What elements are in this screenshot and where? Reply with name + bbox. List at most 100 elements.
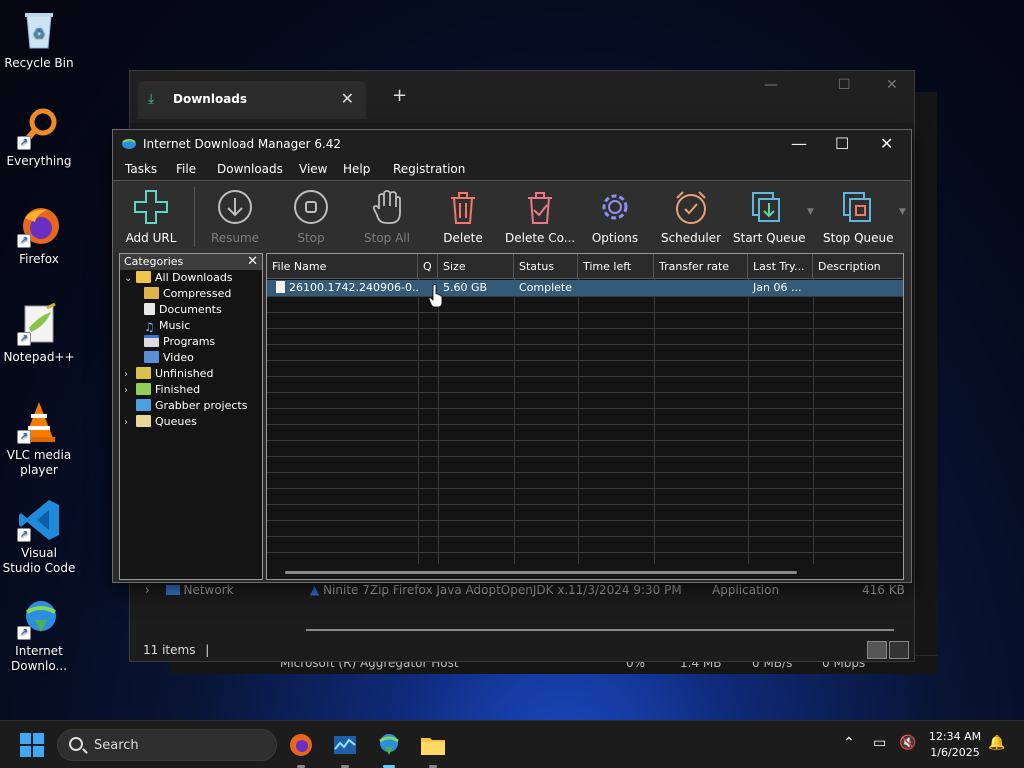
stop-all-button[interactable]: Stop All <box>359 187 415 249</box>
category-programs[interactable]: Programs <box>144 334 215 350</box>
row-gridline <box>267 376 903 377</box>
taskbar-file-explorer[interactable] <box>419 731 447 768</box>
compressed-icon <box>144 287 159 299</box>
start-queue-dropdown-icon[interactable]: ▼ <box>807 207 814 217</box>
column-transfer-rate[interactable]: Transfer rate <box>654 254 748 279</box>
explorer-horizontal-scrollbar[interactable] <box>306 629 894 631</box>
download-list-scrollbar[interactable] <box>285 571 797 574</box>
menu-tasks[interactable]: Tasks <box>125 162 157 176</box>
clock-time: 12:34 AM <box>928 730 982 743</box>
taskbar-firefox[interactable] <box>287 731 315 768</box>
column-status[interactable]: Status <box>514 254 578 279</box>
category-unfinished[interactable]: › Unfinished <box>124 366 213 382</box>
desktop-icon-label: Recycle Bin <box>4 56 74 70</box>
menu-file[interactable]: File <box>176 162 196 176</box>
close-categories-icon[interactable]: ✕ <box>247 254 258 270</box>
menu-registration[interactable]: Registration <box>393 162 465 176</box>
column-time-left[interactable]: Time left <box>578 254 654 279</box>
column-size[interactable]: Size <box>438 254 514 279</box>
category-video[interactable]: Video <box>144 350 194 366</box>
close-tab-icon[interactable]: ✕ <box>341 89 354 108</box>
chevron-right-icon[interactable]: › <box>124 415 136 431</box>
idm-title-bar[interactable]: Internet Download Manager 6.42 — ☐ ✕ <box>113 130 911 158</box>
category-compressed[interactable]: Compressed <box>144 286 231 302</box>
category-documents[interactable]: Documents <box>144 302 222 318</box>
desktop-icon-label: Internet Downlo... <box>11 644 67 673</box>
stop-label: Stop <box>297 231 325 245</box>
taskbar-task-manager[interactable] <box>331 731 359 768</box>
chevron-right-icon[interactable]: › <box>124 383 136 399</box>
explorer-tab-downloads[interactable]: ⤓ Downloads ✕ <box>138 81 366 119</box>
category-all-downloads[interactable]: ⌄ All Downloads <box>124 270 233 286</box>
idm-window: Internet Download Manager 6.42 — ☐ ✕ Tas… <box>112 129 912 583</box>
chevron-down-icon[interactable]: ⌄ <box>124 271 136 287</box>
desktop-icon-label: VLC media player <box>6 448 72 477</box>
desktop-icon-firefox[interactable]: ↗ Firefox <box>1 204 77 267</box>
start-queue-button[interactable]: Start Queue <box>733 187 806 249</box>
maximize-icon[interactable]: ☐ <box>835 134 849 153</box>
categories-panel: Categories ✕ ⌄ All Downloads Compressed D… <box>119 253 263 580</box>
unfinished-folder-icon <box>136 367 151 379</box>
column-file-name[interactable]: File Name <box>267 254 418 279</box>
desktop-icon-idm[interactable]: ↗ Internet Downlo... <box>1 596 77 674</box>
program-window-icon <box>144 335 159 347</box>
desktop-icon-vscode[interactable]: ↗ Visual Studio Code <box>1 498 77 576</box>
menu-help[interactable]: Help <box>343 162 370 176</box>
taskbar-search[interactable]: Search <box>57 729 277 761</box>
chevron-up-icon[interactable]: ⌃ <box>843 735 855 751</box>
minimize-icon[interactable]: — <box>791 134 807 153</box>
delete-button[interactable]: Delete <box>435 187 491 249</box>
row-file-name: 26100.1742.240906-0... <box>271 280 418 296</box>
explorer-sidebar-network[interactable]: › Network <box>145 583 234 597</box>
shortcut-arrow-icon: ↗ <box>17 234 31 248</box>
stop-queue-dropdown-icon[interactable]: ▼ <box>899 207 906 217</box>
resume-button[interactable]: Resume <box>205 187 265 249</box>
volume-muted-icon[interactable]: 🔇 <box>899 735 916 751</box>
add-url-icon <box>133 189 169 225</box>
scheduler-button[interactable]: Scheduler <box>659 187 723 249</box>
desktop-icon-vlc[interactable]: ↗ VLC media player <box>1 400 77 478</box>
delete-completed-label: Delete Co... <box>505 231 576 245</box>
options-button[interactable]: Options <box>587 187 643 249</box>
category-grabber-projects[interactable]: Grabber projects <box>136 398 247 414</box>
notification-bell-icon[interactable]: 🔔 <box>988 735 1005 751</box>
new-tab-button[interactable]: + <box>392 85 407 106</box>
download-list: File Name Q Size Status Time left Transf… <box>266 253 904 580</box>
explorer-file-row[interactable]: ▲ Ninite 7Zip Firefox Java AdoptOpenJDK … <box>310 583 576 597</box>
svg-text:♻: ♻ <box>33 26 46 42</box>
music-note-icon: ♫ <box>144 320 155 334</box>
row-transfer-rate <box>654 280 748 296</box>
clock-date: 1/6/2025 <box>930 746 980 759</box>
taskbar-clock[interactable]: 12:34 AM 1/6/2025 <box>920 729 990 761</box>
menu-downloads[interactable]: Downloads <box>217 162 283 176</box>
stop-button[interactable]: Stop <box>283 187 339 249</box>
desktop-icon-recycle-bin[interactable]: ♻ Recycle Bin <box>1 8 77 71</box>
file-row-type: Application <box>712 583 780 597</box>
details-view-icon[interactable] <box>867 641 887 659</box>
column-description[interactable]: Description <box>813 254 903 279</box>
row-time-left <box>578 280 654 296</box>
category-queues[interactable]: › Queues <box>124 414 197 430</box>
desktop-icon-everything[interactable]: ↗ Everything <box>1 106 77 169</box>
minimize-icon[interactable]: — <box>764 77 778 93</box>
add-url-label: Add URL <box>125 231 177 245</box>
maximize-icon[interactable]: ☐ <box>838 77 851 93</box>
column-q[interactable]: Q <box>418 254 438 279</box>
menu-view[interactable]: View <box>299 162 327 176</box>
close-icon[interactable]: ✕ <box>880 134 893 153</box>
network-icon[interactable]: ▭ <box>873 735 886 751</box>
category-finished[interactable]: › Finished <box>124 382 200 398</box>
start-button[interactable] <box>20 733 44 757</box>
column-last-try[interactable]: Last Try... <box>748 254 813 279</box>
stop-queue-button[interactable]: Stop Queue <box>823 187 894 249</box>
delete-completed-button[interactable]: Delete Co... <box>505 187 575 249</box>
desktop-icon-notepadpp[interactable]: ↗ Notepad++ <box>1 302 77 365</box>
chevron-right-icon[interactable]: › <box>124 367 136 383</box>
row-gridline <box>267 552 903 553</box>
add-url-button[interactable]: Add URL <box>121 187 181 249</box>
close-icon[interactable]: ✕ <box>886 77 898 93</box>
category-music[interactable]: ♫ Music <box>144 318 190 334</box>
tiles-view-icon[interactable] <box>889 641 909 659</box>
taskbar-idm[interactable] <box>375 731 403 768</box>
scheduler-label: Scheduler <box>660 231 722 245</box>
